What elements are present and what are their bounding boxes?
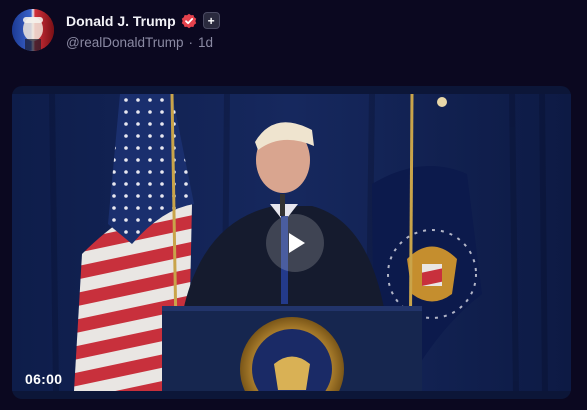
separator-dot: ·: [188, 34, 194, 50]
name-row: Donald J. Trump +: [66, 11, 220, 31]
avatar-portrait: [12, 9, 54, 51]
post-header: Donald J. Trump + @realDonaldTrump · 1d: [12, 8, 220, 52]
podium: [162, 306, 422, 391]
play-icon: [289, 233, 305, 253]
handle-row: @realDonaldTrump · 1d: [66, 35, 220, 50]
video-player[interactable]: 06:00: [12, 86, 571, 399]
post-timestamp[interactable]: 1d: [198, 35, 213, 50]
avatar[interactable]: [12, 9, 54, 51]
verified-badge-icon: [181, 13, 197, 29]
author-name[interactable]: Donald J. Trump: [66, 13, 176, 29]
video-duration: 06:00: [25, 371, 63, 387]
post-meta: Donald J. Trump + @realDonaldTrump · 1d: [66, 11, 220, 50]
author-handle[interactable]: @realDonaldTrump: [66, 35, 184, 50]
plus-badge[interactable]: +: [202, 12, 220, 29]
play-button[interactable]: [266, 214, 324, 272]
